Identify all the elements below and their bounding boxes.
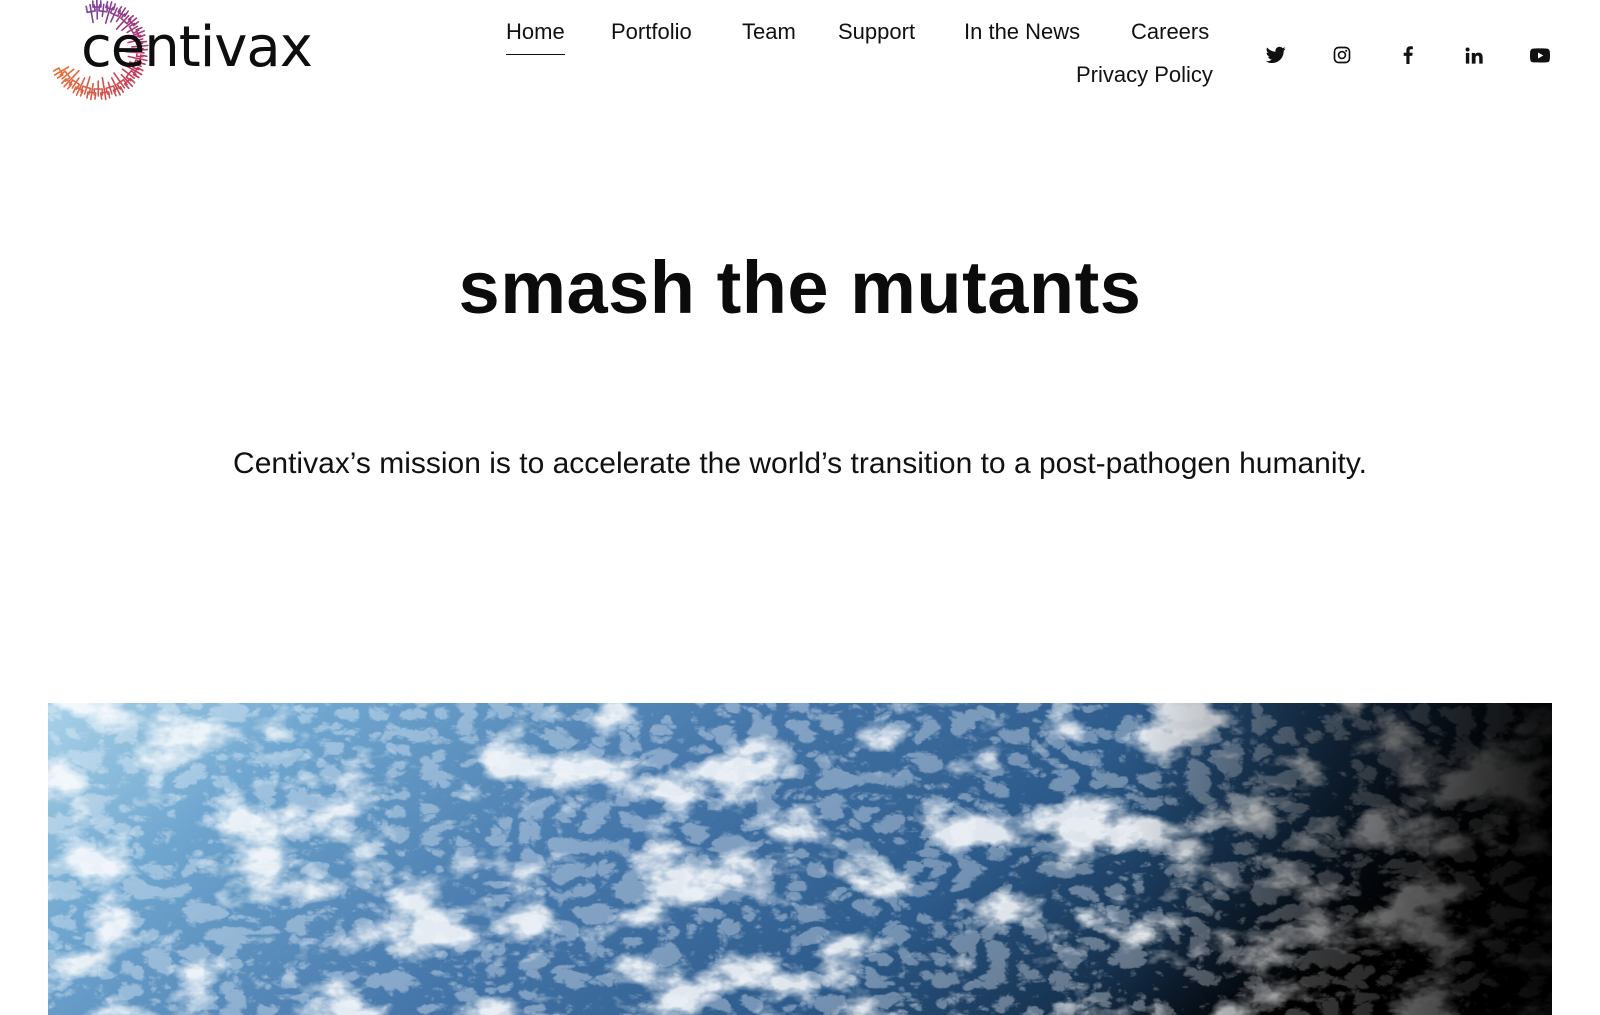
facebook-link[interactable] (1394, 41, 1422, 69)
site-header: centivax Home Portfolio Team Support In … (0, 0, 1600, 120)
earth-banner-image (48, 703, 1552, 1015)
instagram-link[interactable] (1328, 41, 1356, 69)
mission-statement: Centivax’s mission is to accelerate the … (233, 447, 1367, 480)
linkedin-icon (1465, 47, 1483, 64)
twitter-link[interactable] (1262, 41, 1290, 69)
hero-title: smash the mutants (458, 246, 1142, 329)
instagram-icon (1333, 46, 1351, 64)
nav-in-the-news[interactable]: In the News (964, 14, 1080, 50)
logo-branch (61, 69, 80, 90)
linkedin-link[interactable] (1460, 41, 1488, 69)
youtube-icon (1530, 47, 1550, 63)
centivax-logo[interactable]: centivax (48, 0, 338, 106)
nav-team[interactable]: Team (742, 14, 796, 50)
earth-from-space-image (48, 703, 1552, 1015)
nav-careers[interactable]: Careers (1131, 14, 1209, 50)
brand-wordmark: centivax (81, 15, 313, 80)
main-nav: Home Portfolio Team Support In the News … (490, 14, 1220, 104)
nav-privacy-policy[interactable]: Privacy Policy (1076, 57, 1213, 93)
nav-home[interactable]: Home (506, 14, 565, 55)
nav-support[interactable]: Support (838, 14, 915, 50)
page: centivax Home Portfolio Team Support In … (0, 0, 1600, 1015)
facebook-icon (1403, 46, 1413, 64)
twitter-icon (1266, 46, 1286, 63)
youtube-link[interactable] (1526, 41, 1554, 69)
nav-portfolio[interactable]: Portfolio (611, 14, 692, 50)
